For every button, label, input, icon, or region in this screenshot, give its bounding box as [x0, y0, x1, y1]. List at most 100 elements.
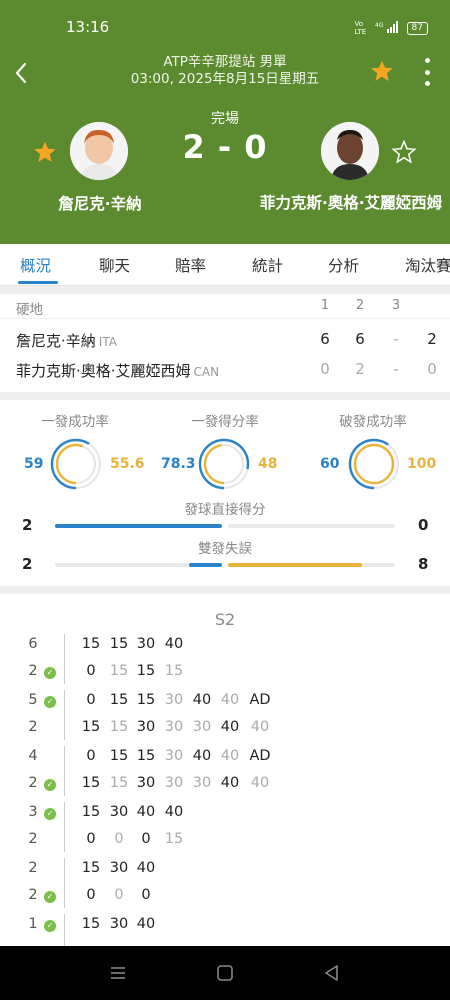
tab-odds[interactable]: 賠率 [175, 254, 206, 276]
point-score: 15 [81, 860, 101, 876]
game-count: 2 [28, 860, 38, 876]
donut-right-value: 100 [407, 456, 437, 472]
point-score: 40 [220, 748, 240, 764]
point-score: 40 [250, 719, 270, 735]
donut-right-value: 48 [258, 456, 278, 472]
menu-icon[interactable] [107, 962, 129, 984]
set-row-player-name: 菲力克斯·奧格·艾麗婭西姆 CAN [16, 360, 219, 381]
set-row-name-text: 菲力克斯·奧格·艾麗婭西姆 [16, 362, 191, 380]
star-filled-icon [34, 141, 56, 162]
tab-overview[interactable]: 概況 [20, 254, 51, 276]
game-count: 2 [28, 663, 38, 679]
point-score: 40 [136, 804, 156, 820]
set-header-2: 2 [355, 298, 365, 313]
bar-title-aces: 發球直接得分 [184, 502, 266, 518]
point-score: 15 [136, 748, 156, 764]
set-label[interactable]: S2 [175, 610, 275, 629]
point-score: 30 [109, 860, 129, 876]
sets-won-total: 0 [427, 360, 437, 378]
player1-favorite-button[interactable] [33, 140, 57, 164]
point-score: 40 [220, 719, 240, 735]
country-code: CAN [193, 365, 220, 379]
point-score: 40 [136, 916, 156, 932]
point-score: 40 [220, 692, 240, 708]
more-options-button[interactable] [422, 58, 432, 86]
point-score: 0 [86, 692, 96, 708]
point-score: 0 [141, 887, 151, 903]
game-count: 2 [28, 719, 38, 735]
surface-label: 硬地 [16, 302, 43, 318]
tab-analysis[interactable]: 分析 [328, 254, 359, 276]
serve-check-icon: ✓ [44, 920, 56, 932]
match-header: 13:16 Vo LTE 4G 87 ATP辛辛那提站 男單 03:00, 20… [0, 0, 450, 244]
tab-stats[interactable]: 統計 [252, 254, 283, 276]
volte-icon: Vo LTE [354, 20, 367, 36]
bar-right-value: 8 [418, 555, 429, 573]
section-divider [0, 392, 450, 400]
point-score: 15 [81, 775, 101, 791]
point-score: AD [249, 748, 271, 764]
match-datetime: 03:00, 2025年8月15日星期五 [130, 71, 320, 87]
point-score: 15 [136, 663, 156, 679]
more-dot-icon [424, 81, 430, 86]
set-row-name-text: 詹尼克·辛納 [16, 332, 96, 350]
more-dot-icon [424, 69, 430, 75]
serve-check-icon: ✓ [44, 808, 56, 820]
point-score: 15 [164, 831, 184, 847]
set-score-3: - [393, 360, 399, 378]
point-score: 0 [114, 831, 124, 847]
bar-fill-left [55, 524, 222, 528]
match-title: ATP辛辛那提站 男單 03:00, 2025年8月15日星期五 [90, 54, 360, 88]
game-count: 2 [28, 831, 38, 847]
set-score-2: 2 [355, 360, 365, 378]
game-separator [64, 802, 65, 852]
game-count: 3 [28, 804, 38, 820]
favorite-match-button[interactable] [370, 59, 394, 83]
point-score: 15 [81, 719, 101, 735]
point-score: 15 [81, 804, 101, 820]
donut-left-value: 60 [320, 456, 340, 472]
point-score: AD [249, 692, 271, 708]
tab-chat[interactable]: 聊天 [99, 254, 130, 276]
game-count: 6 [28, 636, 38, 652]
set-row-player-name: 詹尼克·辛納 ITA [16, 330, 117, 351]
country-code: ITA [98, 335, 117, 349]
back-icon[interactable] [321, 962, 343, 984]
set-score-2: 6 [355, 330, 365, 348]
point-score: 15 [109, 775, 129, 791]
status-time: 13:16 [66, 18, 110, 36]
donut-chart [198, 438, 250, 490]
player1-name[interactable]: 詹尼克·辛納 [40, 192, 160, 214]
active-tab-indicator [18, 281, 58, 284]
stat-title-first-serve-won: 一發得分率 [191, 414, 259, 430]
donut-right-value: 55.6 [110, 456, 145, 472]
tab-bar: 概況 聊天 賠率 統計 分析 淘汰賽 [0, 244, 450, 286]
game-count: 4 [28, 748, 38, 764]
player1-avatar[interactable] [70, 122, 128, 180]
serve-check-icon: ✓ [44, 696, 56, 708]
back-button[interactable] [10, 58, 36, 88]
player2-name[interactable]: 菲力克斯·奧格·艾麗婭西姆 [258, 192, 444, 214]
player2-avatar[interactable] [321, 122, 379, 180]
serve-check-icon: ✓ [44, 667, 56, 679]
point-score: 40 [250, 775, 270, 791]
chevron-left-icon [15, 62, 27, 84]
home-icon[interactable] [214, 962, 236, 984]
game-separator [64, 746, 65, 796]
game-separator [64, 858, 65, 908]
point-score: 0 [141, 831, 151, 847]
point-score: 30 [136, 775, 156, 791]
serve-check-icon: ✓ [44, 891, 56, 903]
point-score: 0 [86, 663, 96, 679]
set-score-1: 6 [320, 330, 330, 348]
point-score: 30 [192, 775, 212, 791]
tab-knockout[interactable]: 淘汰賽 [405, 254, 450, 276]
point-score: 15 [109, 748, 129, 764]
point-score: 30 [136, 636, 156, 652]
donut-chart [50, 438, 102, 490]
point-score: 30 [109, 916, 129, 932]
player2-favorite-button[interactable] [391, 139, 417, 164]
match-status: 完場 [211, 111, 239, 127]
point-score: 15 [136, 692, 156, 708]
signal-icon: 4G [375, 20, 401, 36]
